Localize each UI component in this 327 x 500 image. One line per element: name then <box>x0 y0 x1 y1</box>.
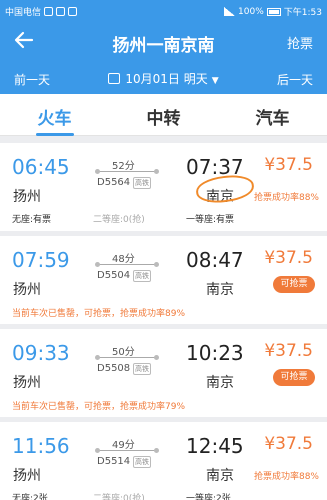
train-number: D5508 <box>97 363 131 374</box>
battery-icon <box>266 7 281 16</box>
seat-second-class: 二等座:0(抢) <box>93 494 145 500</box>
route-line <box>95 355 159 360</box>
calendar-icon <box>108 73 121 84</box>
departure-time: 06:45 <box>12 155 70 179</box>
departure-time: 09:33 <box>12 341 70 365</box>
chevron-down-icon: ▼ <box>211 76 219 86</box>
grab-ticket-button[interactable]: 可抢票 <box>273 276 315 293</box>
train-type-badge: 高铁 <box>133 363 151 375</box>
grab-ticket-button[interactable]: 抢票 <box>287 33 313 52</box>
active-tab-indicator <box>36 133 74 136</box>
train-card[interactable]: 06:45 扬州 52分 D5564 高铁 07:37 南京 ¥37.5 抢票成… <box>0 143 327 231</box>
grab-ticket-button[interactable]: 可抢票 <box>273 369 315 386</box>
train-card[interactable]: 07:59 扬州 48分 D5504 高铁 08:47 南京 ¥37.5 可抢票… <box>0 236 327 324</box>
departure-station: 扬州 <box>13 189 41 205</box>
route-line <box>95 262 159 267</box>
train-number: D5564 <box>97 177 131 188</box>
sold-out-notice: 当前车次已售罄，可抢票，抢票成功率79% <box>12 402 186 412</box>
date-bar: 前一天 10月01日 明天 ▼ 后一天 <box>0 62 327 94</box>
route-line <box>95 169 159 174</box>
travel-duration: 52分 <box>112 161 135 172</box>
seat-no-seat: 无座:2张 <box>12 494 48 500</box>
train-card[interactable]: 09:33 扬州 50分 D5508 高铁 10:23 南京 ¥37.5 可抢票… <box>0 329 327 417</box>
app-icon <box>68 7 78 16</box>
train-type-badge: 高铁 <box>133 177 151 189</box>
arrival-time: 08:47 <box>186 248 244 272</box>
seat-no-seat: 无座:有票 <box>12 215 52 225</box>
next-day-button[interactable]: 后一天 <box>277 71 313 88</box>
travel-duration: 49分 <box>112 440 135 451</box>
travel-duration: 48分 <box>112 254 135 265</box>
arrival-station: 南京 <box>206 282 234 298</box>
train-card[interactable]: 11:56 扬州 49分 D5514 高铁 12:45 南京 ¥37.5 抢票成… <box>0 422 327 500</box>
train-number: D5514 <box>97 456 131 467</box>
ticket-price: ¥37.5 <box>264 434 313 454</box>
battery-percent: 100% <box>238 6 264 17</box>
departure-time: 11:56 <box>12 434 70 458</box>
ticket-price: ¥37.5 <box>264 155 313 175</box>
date-label: 10月01日 明天 <box>125 72 208 86</box>
seat-first-class: 一等座:有票 <box>186 215 235 225</box>
departure-station: 扬州 <box>13 375 41 391</box>
clock: 下午1:53 <box>283 8 322 18</box>
ticket-price: ¥37.5 <box>264 248 313 268</box>
route-title: 扬州一南京南 <box>112 36 215 56</box>
seat-first-class: 一等座:2张 <box>186 494 231 500</box>
tab-train[interactable]: 火车 <box>0 104 109 129</box>
status-bar: 中国电信 100% 下午1:53 <box>0 0 327 22</box>
tab-bus[interactable]: 汽车 <box>218 104 327 129</box>
transport-tabs: 火车 中转 汽车 <box>0 94 327 136</box>
notification-icon <box>44 7 54 16</box>
success-rate: 抢票成功率88% <box>253 193 319 203</box>
arrival-station: 南京 <box>206 468 234 484</box>
departure-time: 07:59 <box>12 248 70 272</box>
departure-station: 扬州 <box>13 468 41 484</box>
train-type-badge: 高铁 <box>133 456 151 468</box>
train-type-badge: 高铁 <box>133 270 151 282</box>
train-number: D5504 <box>97 270 131 281</box>
arrival-time: 12:45 <box>186 434 244 458</box>
carrier-label: 中国电信 <box>5 8 42 18</box>
seat-second-class: 二等座:0(抢) <box>93 215 145 225</box>
arrival-station: 南京 <box>206 375 234 391</box>
success-rate: 抢票成功率88% <box>253 472 319 482</box>
departure-station: 扬州 <box>13 282 41 298</box>
sold-out-notice: 当前车次已售罄，可抢票，抢票成功率89% <box>12 309 186 319</box>
status-bar-left: 中国电信 <box>5 5 78 18</box>
travel-duration: 50分 <box>112 347 135 358</box>
ticket-price: ¥37.5 <box>264 341 313 361</box>
route-line <box>95 448 159 453</box>
arrival-time: 10:23 <box>186 341 244 365</box>
signal-icon <box>224 7 236 16</box>
status-bar-right: 100% 下午1:53 <box>224 5 322 18</box>
tab-transfer[interactable]: 中转 <box>109 104 218 129</box>
app-icon <box>56 7 66 16</box>
app-header: 扬州一南京南 抢票 <box>0 22 327 62</box>
